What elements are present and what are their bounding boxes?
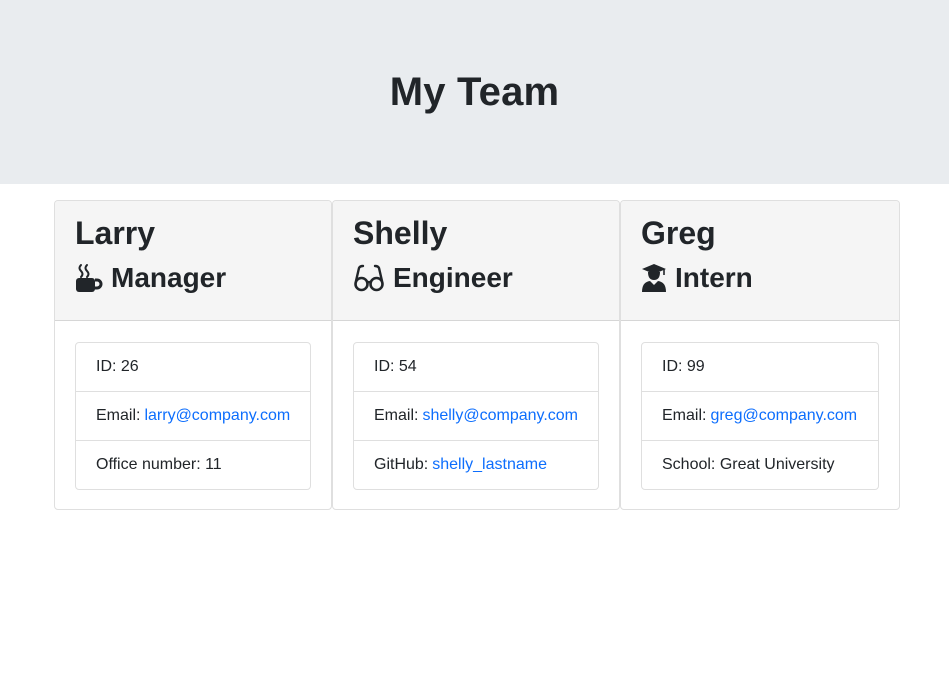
employee-role: Engineer: [353, 260, 599, 296]
github-row: GitHub: shelly_lastname: [354, 441, 598, 489]
employee-role-label: Intern: [675, 262, 753, 293]
email-link[interactable]: shelly@company.com: [422, 407, 578, 425]
page-title: My Team: [389, 69, 560, 114]
card-header: Shelly Engineer: [333, 201, 619, 321]
card-header: Larry Manager: [55, 201, 331, 321]
email-label: Email:: [374, 407, 419, 424]
email-link[interactable]: greg@company.com: [710, 407, 857, 425]
school: School: Great University: [662, 456, 835, 473]
employee-role-label: Manager: [111, 262, 227, 293]
page-header: My Team: [0, 0, 949, 184]
employee-id: ID: 54: [354, 343, 598, 392]
office-number: Office number: 11: [96, 456, 222, 473]
card-header: Greg Intern: [621, 201, 899, 321]
email-link[interactable]: larry@company.com: [144, 407, 290, 425]
employee-role: Manager: [75, 260, 311, 296]
employee-card-manager: Larry Manager ID: 26 Email: larry@compan…: [54, 200, 332, 510]
employee-card-intern: Greg Intern ID: 99 Email: greg@company.c…: [620, 200, 900, 510]
employee-name: Shelly: [353, 215, 448, 251]
employee-id: ID: 26: [76, 343, 310, 392]
employee-role-label: Engineer: [393, 262, 513, 293]
employee-email-row: Email: larry@company.com: [76, 392, 310, 441]
email-label: Email:: [96, 407, 141, 424]
employee-role: Intern: [641, 260, 879, 296]
employee-email-row: Email: greg@company.com: [642, 392, 878, 441]
github-label: GitHub:: [374, 456, 429, 473]
coffee-mug-icon: [75, 263, 103, 293]
glasses-icon: [353, 263, 385, 293]
employee-name: Greg: [641, 215, 716, 251]
employee-id: ID: 99: [642, 343, 878, 392]
email-label: Email:: [662, 407, 707, 424]
employee-details-list: ID: 26 Email: larry@company.com Office n…: [75, 342, 311, 490]
employee-card-engineer: Shelly Engineer ID: 54 Email: shelly@com…: [332, 200, 620, 510]
employee-details-list: ID: 99 Email: greg@company.com School: G…: [641, 342, 879, 490]
graduate-icon: [641, 263, 667, 293]
employee-email-row: Email: shelly@company.com: [354, 392, 598, 441]
employee-details-list: ID: 54 Email: shelly@company.com GitHub:…: [353, 342, 599, 490]
employee-name: Larry: [75, 215, 156, 251]
github-link[interactable]: shelly_lastname: [432, 456, 547, 474]
